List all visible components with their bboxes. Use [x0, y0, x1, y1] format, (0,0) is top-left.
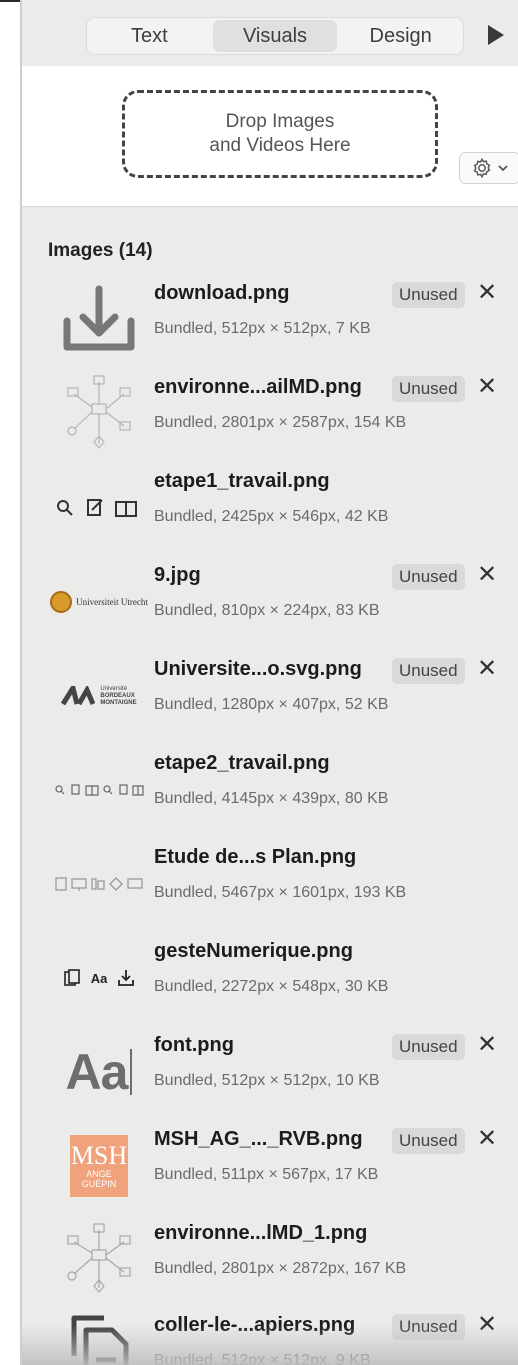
unused-badge: Unused — [392, 1034, 465, 1060]
image-meta: Bundled, 2801px × 2872px, 167 KB — [154, 1260, 407, 1277]
drop-zone[interactable]: Drop Images and Videos Here — [122, 90, 438, 178]
unused-badge: Unused — [392, 282, 465, 308]
remove-image-button[interactable]: ✕ — [474, 374, 500, 400]
image-row[interactable]: environne...ailMD.png Unused ✕ Bundled, … — [22, 374, 518, 466]
image-name: MSH_AG_..._RVB.png — [154, 1128, 363, 1150]
unused-badge: Unused — [392, 376, 465, 402]
image-name: font.png — [154, 1034, 234, 1056]
chevron-down-icon — [498, 165, 508, 172]
download-icon — [40, 280, 158, 360]
plan-icons-row — [40, 844, 158, 924]
image-row[interactable]: Aa font.png Unused ✕ Bundled, 512px × 51… — [22, 1032, 518, 1124]
image-row[interactable]: MSH ANGE GUÉPIN MSH_AG_..._RVB.png Unuse… — [22, 1126, 518, 1218]
image-name: Universite...o.svg.png — [154, 658, 362, 680]
remove-image-button[interactable]: ✕ — [474, 656, 500, 682]
drop-area: Drop Images and Videos Here — [22, 66, 518, 207]
image-row[interactable]: coller-le-...apiers.png Unused ✕ Bundled… — [22, 1312, 518, 1365]
image-name: environne...ailMD.png — [154, 376, 362, 398]
tab-design[interactable]: Design — [338, 19, 463, 53]
gear-icon — [473, 157, 491, 179]
unused-badge: Unused — [392, 1128, 465, 1154]
image-name: Etude de...s Plan.png — [154, 846, 357, 868]
msh-logo: MSH ANGE GUÉPIN — [40, 1126, 158, 1206]
image-meta: Bundled, 512px × 512px, 10 KB — [154, 1072, 380, 1089]
remove-image-button[interactable]: ✕ — [474, 1312, 500, 1338]
drop-zone-line2: and Videos Here — [209, 135, 351, 156]
image-meta: Bundled, 2425px × 546px, 42 KB — [154, 508, 389, 525]
image-meta: Bundled, 2801px × 2587px, 154 KB — [154, 414, 407, 431]
image-name: environne...lMD_1.png — [154, 1222, 368, 1244]
search-edit-book-icons — [40, 468, 158, 548]
remove-image-button[interactable]: ✕ — [474, 562, 500, 588]
paste-font-download-icons: Aa — [40, 938, 158, 1018]
image-row[interactable]: environne...lMD_1.png Bundled, 2801px × … — [22, 1220, 518, 1312]
remove-image-button[interactable]: ✕ — [474, 280, 500, 306]
inspector-panel: Text Visuals Design Drop Images and Vide… — [22, 0, 518, 1365]
remove-image-button[interactable]: ✕ — [474, 1032, 500, 1058]
image-name: etape2_travail.png — [154, 752, 330, 774]
image-meta: Bundled, 810px × 224px, 83 KB — [154, 602, 380, 619]
image-row[interactable]: etape2_travail.png Bundled, 4145px × 439… — [22, 750, 518, 842]
image-row[interactable]: Université BORDEAUX MONTAIGNE Universite… — [22, 656, 518, 748]
drop-zone-line1: Drop Images — [225, 111, 335, 132]
image-meta: Bundled, 512px × 512px, 9 KB — [154, 1352, 371, 1365]
font-icon: Aa — [40, 1032, 158, 1112]
unused-badge: Unused — [392, 564, 465, 590]
images-section-title: Images (14) — [48, 240, 153, 261]
image-row[interactable]: Universiteit Utrecht 9.jpg Unused ✕ Bund… — [22, 562, 518, 654]
image-row[interactable]: etape1_travail.png Bundled, 2425px × 546… — [22, 468, 518, 560]
diagram-thumbnail — [40, 374, 158, 454]
image-name: download.png — [154, 282, 290, 304]
small-icons-row — [40, 750, 158, 830]
image-meta: Bundled, 2272px × 548px, 30 KB — [154, 978, 389, 995]
settings-button[interactable] — [459, 152, 518, 184]
image-name: 9.jpg — [154, 564, 201, 586]
unused-badge: Unused — [392, 1314, 465, 1340]
inspector-tabs: Text Visuals Design — [86, 17, 464, 55]
image-row[interactable]: Etude de...s Plan.png Bundled, 5467px × … — [22, 844, 518, 936]
image-meta: Bundled, 1280px × 407px, 52 KB — [154, 696, 389, 713]
image-name: coller-le-...apiers.png — [154, 1314, 356, 1336]
bordeaux-montaigne-logo: Université BORDEAUX MONTAIGNE — [40, 656, 158, 736]
image-meta: Bundled, 511px × 567px, 17 KB — [154, 1166, 379, 1183]
tab-text[interactable]: Text — [87, 19, 212, 53]
image-name: gesteNumerique.png — [154, 940, 353, 962]
unused-badge: Unused — [392, 658, 465, 684]
image-meta: Bundled, 5467px × 1601px, 193 KB — [154, 884, 407, 901]
diagram-thumbnail — [40, 1220, 158, 1300]
tab-visuals[interactable]: Visuals — [212, 20, 338, 52]
image-meta: Bundled, 512px × 512px, 7 KB — [154, 320, 371, 337]
paste-document-icon — [40, 1312, 158, 1365]
image-row[interactable]: download.png Unused ✕ Bundled, 512px × 5… — [22, 280, 518, 372]
remove-image-button[interactable]: ✕ — [474, 1126, 500, 1152]
play-icon[interactable] — [488, 25, 504, 45]
image-meta: Bundled, 4145px × 439px, 80 KB — [154, 790, 389, 807]
image-row[interactable]: Aa gesteNumerique.png Bundled, 2272px × … — [22, 938, 518, 1030]
universiteit-utrecht-logo: Universiteit Utrecht — [40, 562, 158, 642]
image-name: etape1_travail.png — [154, 470, 330, 492]
